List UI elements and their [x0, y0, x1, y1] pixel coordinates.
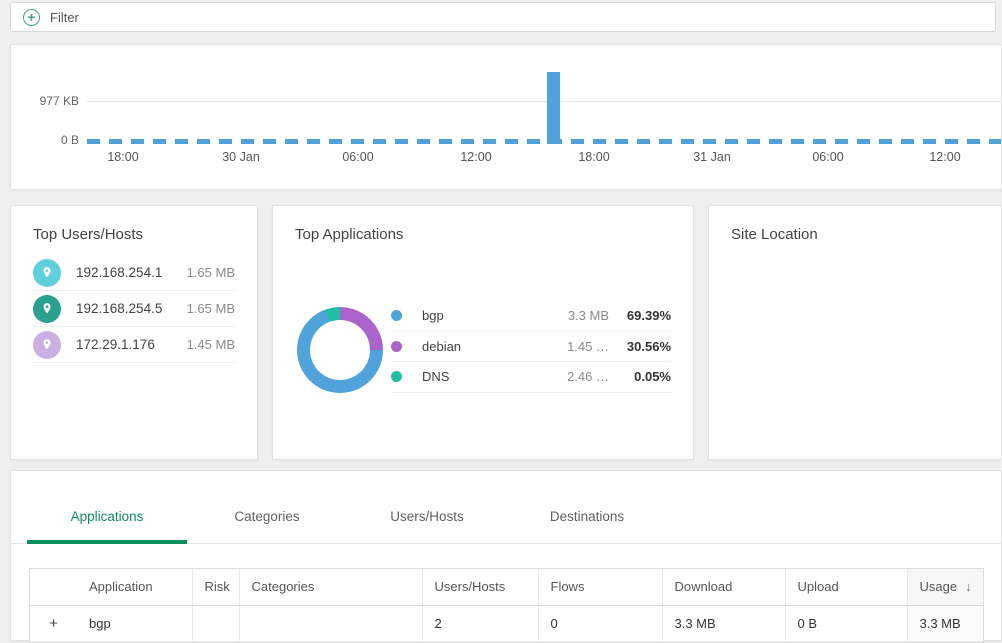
- column-header-expander: [30, 569, 77, 605]
- applications-donut-chart[interactable]: [297, 307, 383, 393]
- card-title: Top Applications: [273, 206, 693, 243]
- x-axis-tick: 18:00: [107, 150, 138, 164]
- column-header-categories[interactable]: Categories: [239, 569, 422, 605]
- legend-item[interactable]: debian 1.45 … 30.56%: [391, 332, 671, 363]
- row-expander-button[interactable]: +: [30, 605, 77, 641]
- y-axis-tick-977kb: 977 KB: [11, 94, 79, 108]
- table-header-row: Application Risk Categories Users/Hosts …: [30, 569, 983, 605]
- list-item[interactable]: 192.168.254.5 1.65 MB: [33, 291, 235, 327]
- cell-usage: 3.3 MB: [907, 605, 983, 641]
- column-header-download[interactable]: Download: [662, 569, 785, 605]
- cell-upload: 0 B: [785, 605, 907, 641]
- series-dot-icon: [391, 310, 402, 321]
- column-header-risk[interactable]: Risk: [192, 569, 239, 605]
- site-location-card: Site Location: [708, 205, 1002, 460]
- cell-risk: [192, 605, 239, 641]
- x-axis-tick: 12:00: [460, 150, 491, 164]
- cell-application: bgp: [77, 605, 192, 641]
- tab-categories[interactable]: Categories: [187, 471, 347, 543]
- filter-bar[interactable]: + Filter: [10, 2, 996, 32]
- column-header-upload[interactable]: Upload: [785, 569, 907, 605]
- app-usage: 2.46 …: [535, 369, 609, 384]
- location-pin-icon: [33, 295, 61, 323]
- tab-users-hosts[interactable]: Users/Hosts: [347, 471, 507, 543]
- x-axis-tick: 30 Jan: [222, 150, 260, 164]
- app-name: bgp: [422, 308, 444, 323]
- x-axis-tick: 12:00: [929, 150, 960, 164]
- column-header-users-hosts[interactable]: Users/Hosts: [422, 569, 538, 605]
- tab-strip: Applications Categories Users/Hosts Dest…: [11, 471, 1001, 544]
- host-usage: 1.45 MB: [187, 337, 235, 352]
- app-percent: 30.56%: [609, 339, 671, 354]
- list-item[interactable]: 172.29.1.176 1.45 MB: [33, 327, 235, 363]
- traffic-chart-card: 977 KB 0 B 18:00 30 Jan 06:00 12:00 18:0…: [10, 44, 1002, 190]
- legend-item[interactable]: bgp 3.3 MB 69.39%: [391, 301, 671, 332]
- location-pin-icon: [33, 259, 61, 287]
- traffic-spike-bar: [547, 72, 560, 144]
- filter-label: Filter: [50, 10, 79, 25]
- x-axis-tick: 06:00: [812, 150, 843, 164]
- x-axis-tick: 31 Jan: [693, 150, 731, 164]
- x-axis-tick: 18:00: [578, 150, 609, 164]
- series-dot-icon: [391, 341, 402, 352]
- app-percent: 69.39%: [609, 308, 671, 323]
- host-ip: 192.168.254.1: [76, 265, 162, 280]
- card-title: Top Users/Hosts: [11, 206, 257, 243]
- reports-dashboard: { "filter_bar": { "label": "Filter", "ic…: [0, 0, 1002, 640]
- app-name: DNS: [422, 369, 449, 384]
- sort-desc-icon: ↓: [965, 579, 972, 594]
- cell-download: 3.3 MB: [662, 605, 785, 641]
- card-title: Site Location: [709, 206, 1001, 243]
- column-header-usage[interactable]: Usage ↓: [907, 569, 983, 605]
- cell-categories: [239, 605, 422, 641]
- app-usage: 1.45 …: [535, 339, 609, 354]
- legend-item[interactable]: DNS 2.46 … 0.05%: [391, 362, 671, 393]
- table-row[interactable]: + bgp 2 0 3.3 MB 0 B 3.3 MB: [30, 605, 983, 641]
- applications-legend: bgp 3.3 MB 69.39% debian 1.45 … 30.56% D…: [391, 301, 671, 393]
- column-header-application[interactable]: Application: [77, 569, 192, 605]
- host-ip: 172.29.1.176: [76, 337, 155, 352]
- app-percent: 0.05%: [609, 369, 671, 384]
- column-header-usage-label: Usage: [920, 579, 958, 594]
- add-filter-icon[interactable]: +: [23, 9, 40, 26]
- host-usage: 1.65 MB: [187, 265, 235, 280]
- detail-table-panel: Applications Categories Users/Hosts Dest…: [10, 470, 1002, 641]
- traffic-baseline-series: [87, 139, 1001, 144]
- tab-applications[interactable]: Applications: [27, 471, 187, 543]
- top-applications-card: Top Applications bgp 3.3 MB 69.39% debia…: [272, 205, 694, 460]
- app-name: debian: [422, 339, 461, 354]
- top-users-hosts-card: Top Users/Hosts 192.168.254.1 1.65 MB 19…: [10, 205, 258, 460]
- column-header-flows[interactable]: Flows: [538, 569, 662, 605]
- tab-destinations[interactable]: Destinations: [507, 471, 667, 543]
- top-users-list: 192.168.254.1 1.65 MB 192.168.254.5 1.65…: [33, 255, 235, 363]
- series-dot-icon: [391, 371, 402, 382]
- location-pin-icon: [33, 331, 61, 359]
- host-ip: 192.168.254.5: [76, 301, 162, 316]
- x-axis-tick: 06:00: [342, 150, 373, 164]
- app-usage: 3.3 MB: [535, 308, 609, 323]
- applications-table: Application Risk Categories Users/Hosts …: [29, 568, 984, 643]
- chart-gridline: [86, 101, 1001, 102]
- list-item[interactable]: 192.168.254.1 1.65 MB: [33, 255, 235, 291]
- cell-users-hosts: 2: [422, 605, 538, 641]
- cell-flows: 0: [538, 605, 662, 641]
- y-axis-tick-0b: 0 B: [11, 133, 79, 147]
- host-usage: 1.65 MB: [187, 301, 235, 316]
